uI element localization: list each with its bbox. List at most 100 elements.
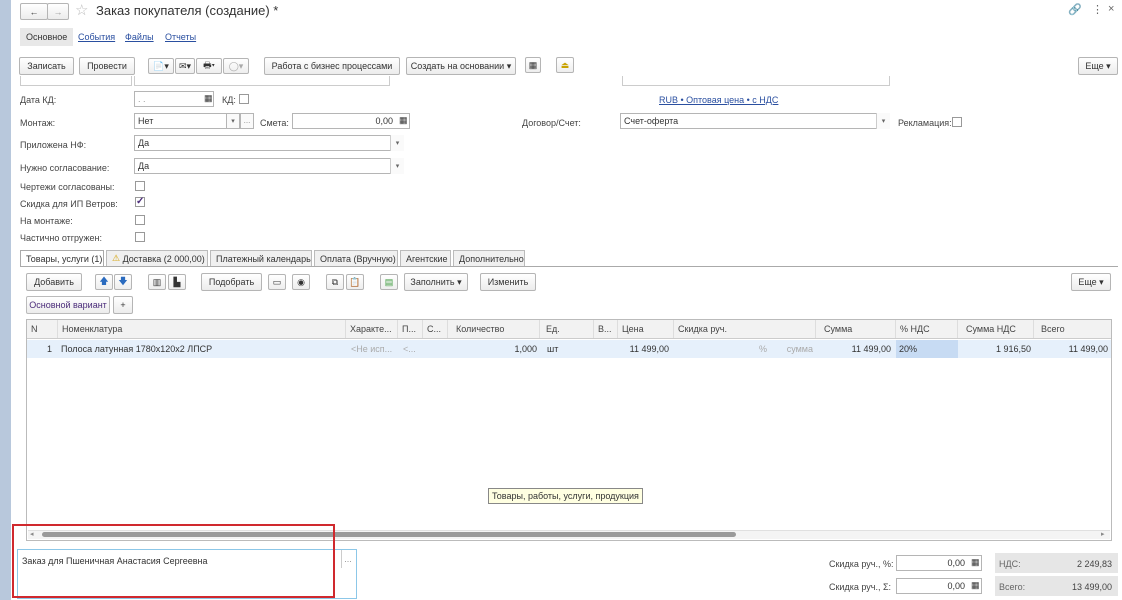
kd-checkbox[interactable] [239, 94, 249, 104]
montage-label: Монтаж: [20, 118, 56, 128]
calendar-icon[interactable]: ▦ [204, 93, 213, 104]
col-vat-sum[interactable]: Сумма НДС [962, 320, 1034, 338]
card-icon[interactable]: ▭ [268, 274, 286, 290]
on-montage-checkbox[interactable] [135, 215, 145, 225]
montage-dropdown-icon[interactable]: ▾ [226, 113, 240, 129]
pick-button[interactable]: Подобрать [201, 273, 262, 291]
row-price[interactable]: 11 499,00 [618, 340, 672, 358]
contract-label: Договор/Счет: [522, 118, 581, 128]
add-button[interactable]: Добавить [26, 273, 82, 291]
drawings-checkbox[interactable] [135, 181, 145, 191]
col-nomenclature[interactable]: Номенклатура [58, 320, 346, 338]
smeta-input[interactable]: 0,00 [292, 113, 410, 129]
col-price[interactable]: Цена [618, 320, 674, 338]
close-icon[interactable]: × [1108, 3, 1114, 15]
barcode-icon[interactable]: ▥ [148, 274, 166, 290]
discount-sum-input[interactable]: 0,00 [896, 578, 982, 594]
create-based-on-button[interactable]: Создать на основании ▾ [406, 57, 516, 75]
row-name[interactable]: Полоса латунная 1780х120х2 ЛПСР [58, 340, 346, 358]
col-vat-rate[interactable]: % НДС [896, 320, 958, 338]
move-up-icon[interactable]: 🡅 [95, 274, 113, 290]
mail-menu-icon[interactable]: ✉▾ [175, 58, 195, 74]
discount-sum-calc-icon[interactable]: ▦ [971, 580, 980, 591]
partial-shipped-checkbox[interactable] [135, 232, 145, 242]
change-button[interactable]: Изменить [480, 273, 536, 291]
tab-payment[interactable]: Оплата (Вручную) [314, 250, 398, 266]
discount-pct-input[interactable]: 0,00 [896, 555, 982, 571]
write-button[interactable]: Записать [19, 57, 74, 75]
eject-icon[interactable]: ⏏ [556, 57, 574, 73]
row-discount-pct[interactable]: % [676, 340, 770, 358]
tab-payment-calendar[interactable]: Платежный календарь [210, 250, 312, 266]
paste-icon[interactable]: 📋 [346, 274, 364, 290]
discount-vetrov-checkbox[interactable]: ✓ [135, 197, 145, 207]
reclamation-checkbox[interactable] [952, 117, 962, 127]
col-p[interactable]: П... [398, 320, 423, 338]
scanner-icon[interactable]: ▙ [168, 274, 186, 290]
approval-dropdown-icon[interactable]: ▾ [390, 158, 404, 174]
col-characteristic[interactable]: Характе... [346, 320, 398, 338]
contract-dropdown-icon[interactable]: ▾ [876, 113, 890, 129]
comment-divider [341, 550, 342, 568]
col-unit[interactable]: Ед. [542, 320, 594, 338]
col-sum[interactable]: Сумма [820, 320, 896, 338]
goods-more-button[interactable]: Еще ▾ [1071, 273, 1111, 291]
row-quantity[interactable]: 1,000 [452, 340, 540, 358]
forward-button[interactable]: → [47, 3, 69, 20]
more-vertical-icon[interactable]: ⋮ [1092, 3, 1103, 16]
fill-button[interactable]: Заполнить ▾ [404, 273, 468, 291]
document-menu-icon[interactable]: 📄▾ [148, 58, 174, 74]
row-unit[interactable]: шт [544, 340, 594, 358]
montage-select-icon[interactable]: … [240, 113, 254, 129]
col-total[interactable]: Всего [1037, 320, 1111, 338]
row-total[interactable]: 11 499,00 [1037, 340, 1111, 358]
fill-table-icon[interactable]: ▤ [380, 274, 398, 290]
nav-tab-main[interactable]: Основное [20, 28, 74, 46]
tab-agent[interactable]: Агентские [400, 250, 451, 266]
nav-tab-files[interactable]: Файлы [125, 32, 154, 42]
row-discount-sum[interactable]: сумма [772, 340, 816, 358]
add-variant-button[interactable]: + [113, 296, 133, 314]
eye-icon[interactable]: ◉ [292, 274, 310, 290]
more-button[interactable]: Еще ▾ [1078, 57, 1118, 75]
price-type-link[interactable]: RUB • Оптовая цена • с НДС [659, 95, 778, 105]
variant-button[interactable]: Основной вариант [26, 296, 110, 314]
col-s[interactable]: С... [423, 320, 448, 338]
copy-icon[interactable]: ⧉ [326, 274, 344, 290]
move-down-icon[interactable]: 🡇 [114, 274, 132, 290]
nav-tab-reports[interactable]: Отчеты [165, 32, 196, 42]
comment-more-icon[interactable]: … [344, 555, 352, 564]
nf-dropdown-icon[interactable]: ▾ [390, 135, 404, 151]
total-value: 13 499,00 [1071, 582, 1112, 592]
post-button[interactable]: Провести [79, 57, 135, 75]
date-kd-input[interactable]: . . [134, 91, 214, 107]
scroll-right-icon[interactable]: ▸ [1101, 530, 1105, 538]
approval-input[interactable]: Да [134, 158, 404, 174]
nav-tab-events[interactable]: События [78, 32, 115, 42]
tab-goods[interactable]: Товары, услуги (1) [20, 250, 104, 267]
status-menu-icon[interactable]: ◯▾ [223, 58, 249, 74]
col-n[interactable]: N [27, 320, 58, 338]
discount-pct-calc-icon[interactable]: ▦ [971, 557, 980, 568]
calculator-icon[interactable]: ▦ [399, 115, 408, 126]
business-process-button[interactable]: Работа с бизнес процессами [264, 57, 400, 75]
row-vat-rate[interactable]: 20% [896, 340, 958, 358]
col-discount[interactable]: Скидка руч. [674, 320, 816, 338]
row-sum[interactable]: 11 499,00 [820, 340, 894, 358]
structure-icon[interactable]: ▦ [525, 57, 541, 73]
row-vat-sum[interactable]: 1 916,50 [962, 340, 1034, 358]
col-quantity[interactable]: Количество [452, 320, 540, 338]
back-button[interactable]: ← [20, 3, 48, 20]
nf-input[interactable]: Да [134, 135, 404, 151]
col-v[interactable]: В... [594, 320, 618, 338]
link-icon[interactable]: 🔗 [1068, 3, 1082, 16]
print-menu-icon[interactable]: 🖶▾ [196, 58, 222, 74]
tab-additional[interactable]: Дополнительно [453, 250, 525, 266]
row-characteristic[interactable]: <Не исп... [348, 340, 398, 358]
favorite-star-icon[interactable]: ☆ [75, 1, 88, 19]
tab-delivery[interactable]: ⚠ Доставка (2 000,00) [106, 250, 208, 266]
row-p[interactable]: <... [400, 340, 424, 358]
contract-input[interactable]: Счет-оферта [620, 113, 890, 129]
warning-icon: ⚠ [112, 253, 121, 263]
arrow-right-icon: → [53, 6, 63, 17]
